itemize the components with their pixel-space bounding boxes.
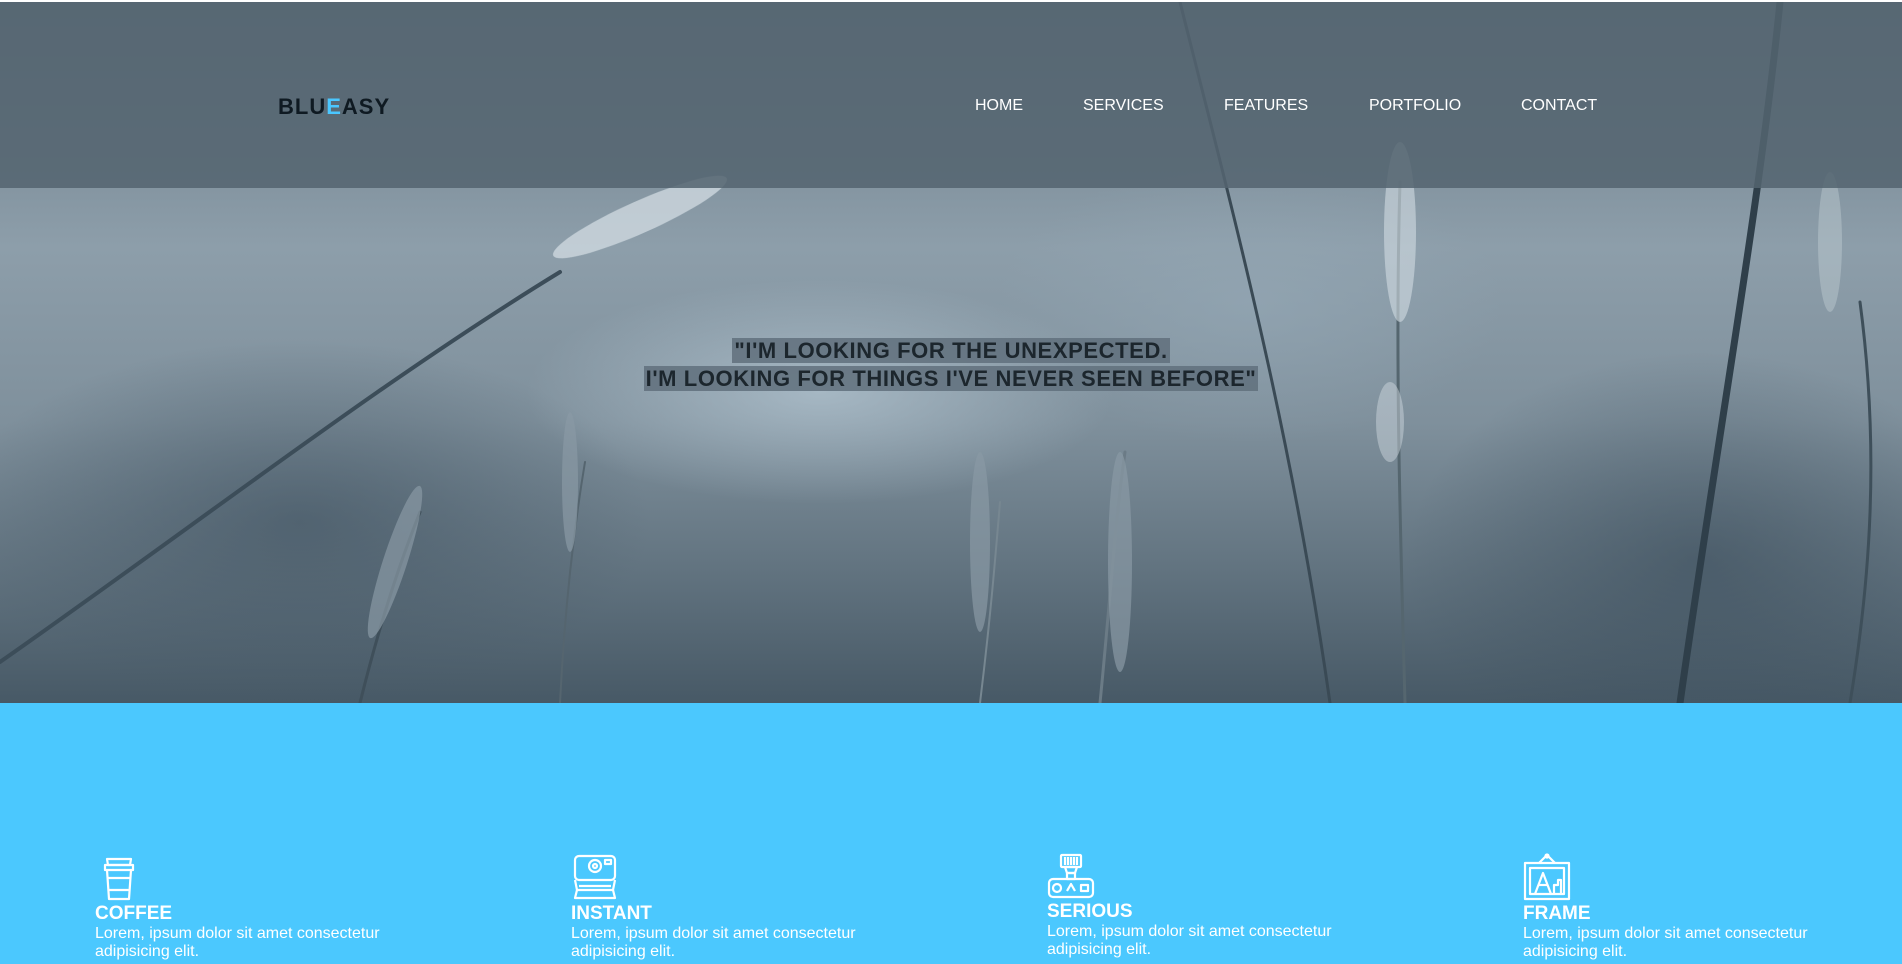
feature-item-serious: SERIOUS Lorem, ipsum dolor sit amet cons… <box>1047 853 1367 959</box>
hero-quote-line1: "I'M LOOKING FOR THE UNEXPECTED. <box>732 338 1170 363</box>
feature-item-instant: INSTANT Lorem, ipsum dolor sit amet cons… <box>571 853 891 961</box>
nav-link-contact[interactable]: CONTACT <box>1521 97 1597 115</box>
coffee-cup-icon <box>103 857 135 901</box>
nav-link-features[interactable]: FEATURES <box>1224 97 1308 115</box>
features-section: COFFEE Lorem, ipsum dolor sit amet conse… <box>0 703 1902 964</box>
nav-link-portfolio[interactable]: PORTFOLIO <box>1369 97 1461 115</box>
instant-camera-icon <box>573 854 617 900</box>
nav-link-home[interactable]: HOME <box>975 97 1023 115</box>
logo-text-part1: BLU <box>278 94 327 119</box>
feature-item-frame: FRAME Lorem, ipsum dolor sit amet consec… <box>1523 853 1843 961</box>
camera-flash-icon <box>1047 853 1095 899</box>
hero-quote: "I'M LOOKING FOR THE UNEXPECTED. I'M LOO… <box>0 337 1902 393</box>
nav-link-services[interactable]: SERVICES <box>1083 97 1164 115</box>
feature-description: Lorem, ipsum dolor sit amet consectetur … <box>571 925 856 960</box>
feature-title: SERIOUS <box>1047 901 1133 922</box>
logo-text-accent: E <box>326 94 342 119</box>
feature-title: INSTANT <box>571 903 652 924</box>
hero-quote-line2: I'M LOOKING FOR THINGS I'VE NEVER SEEN B… <box>643 366 1259 391</box>
feature-description: Lorem, ipsum dolor sit amet consectetur … <box>1047 923 1332 958</box>
picture-frame-icon <box>1523 853 1571 901</box>
feature-title: COFFEE <box>95 903 173 924</box>
site-header: BLUEASY HOME SERVICES FEATURES PORTFOLIO… <box>0 2 1902 188</box>
feature-item-coffee: COFFEE Lorem, ipsum dolor sit amet conse… <box>95 853 415 961</box>
feature-description: Lorem, ipsum dolor sit amet consectetur … <box>95 925 380 960</box>
site-logo[interactable]: BLUEASY <box>278 94 390 120</box>
logo-text-part2: ASY <box>341 94 391 119</box>
feature-title: FRAME <box>1523 903 1591 924</box>
feature-description: Lorem, ipsum dolor sit amet consectetur … <box>1523 925 1808 960</box>
